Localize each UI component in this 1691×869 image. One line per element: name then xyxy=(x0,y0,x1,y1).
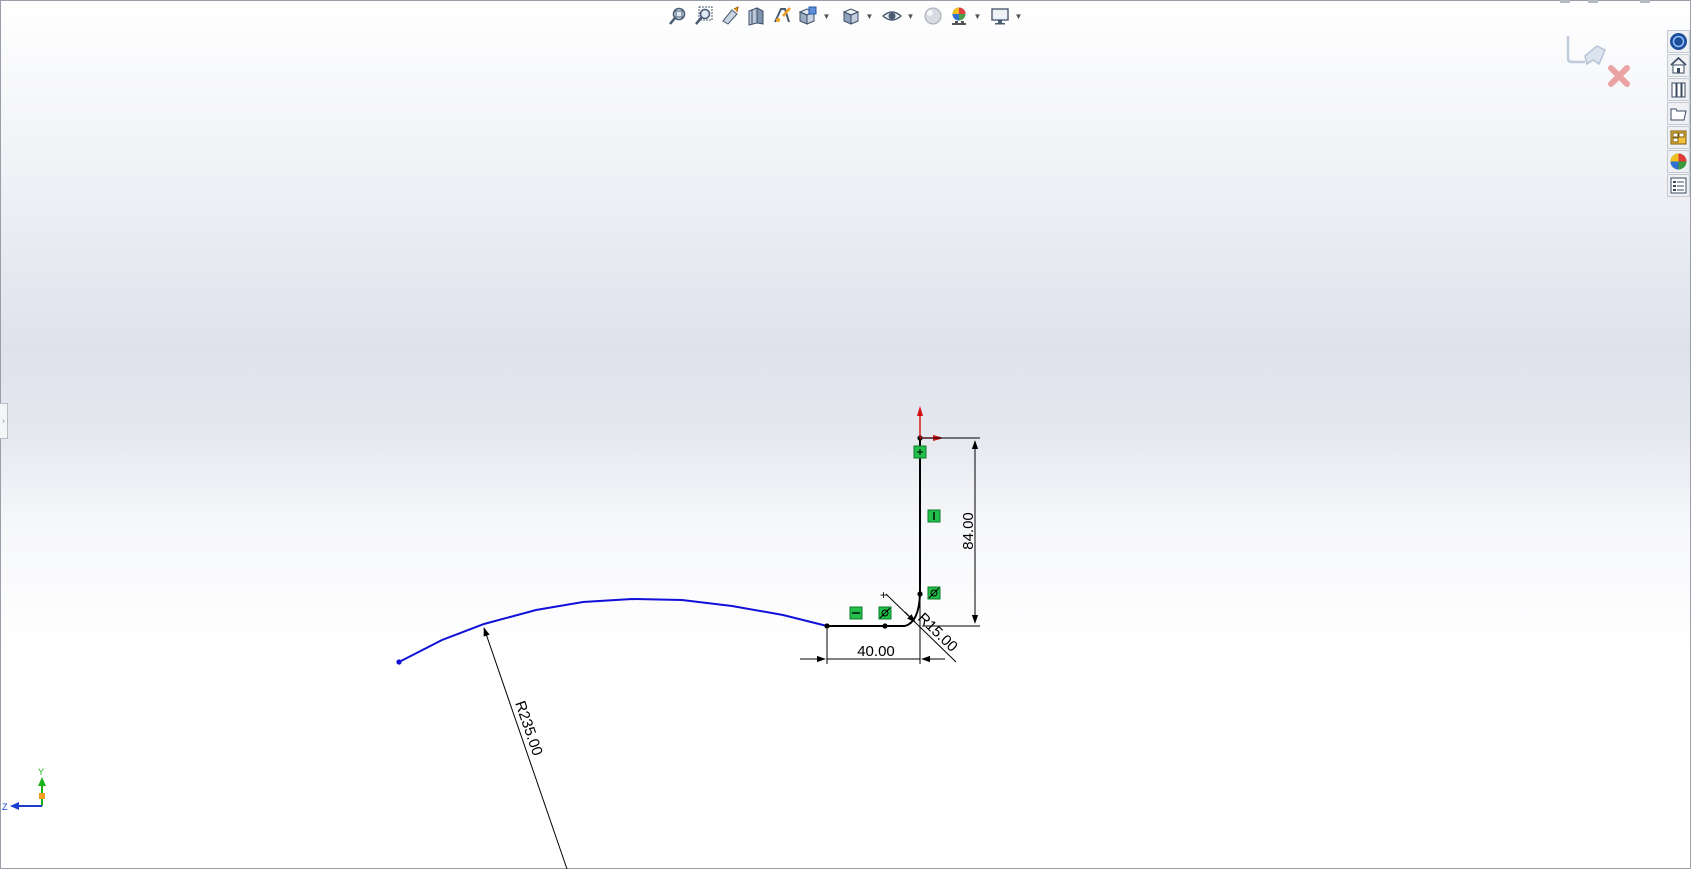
dimension-horizontal-value[interactable]: 40.00 xyxy=(857,643,895,660)
arc-start-point[interactable] xyxy=(396,659,402,665)
dimension-arc-radius[interactable]: R235.00 xyxy=(483,627,568,869)
triad-z-label: Z xyxy=(2,802,8,812)
dimension-fillet-radius-value[interactable]: R15.00 xyxy=(914,610,961,656)
triad-y-label: Y xyxy=(38,767,44,777)
dimension-horizontal[interactable]: 40.00 xyxy=(800,598,945,664)
sketch-point[interactable] xyxy=(882,623,888,629)
tangent-relation-icon[interactable] xyxy=(878,606,892,620)
sketch-arc-r235[interactable] xyxy=(398,597,828,663)
dimension-vertical-value[interactable]: 84.00 xyxy=(960,512,977,550)
coincident-relation-icon[interactable] xyxy=(913,445,927,459)
reference-triad-icon: Y Z xyxy=(2,767,46,812)
dimension-fillet-radius[interactable]: R15.00 xyxy=(885,593,961,663)
fillet-center-marker: + xyxy=(880,588,887,602)
sketch-point[interactable] xyxy=(824,623,830,629)
tangent-relation-icon[interactable] xyxy=(927,586,941,600)
sketch-canvas: + 84.00 40.00 R15.00 R235.00 Y Z xyxy=(2,406,980,869)
horizontal-relation-icon[interactable] xyxy=(849,606,863,620)
vertical-relation-icon[interactable] xyxy=(927,509,941,523)
sketch-point[interactable] xyxy=(917,591,923,597)
dimension-arc-radius-value[interactable]: R235.00 xyxy=(511,699,546,758)
